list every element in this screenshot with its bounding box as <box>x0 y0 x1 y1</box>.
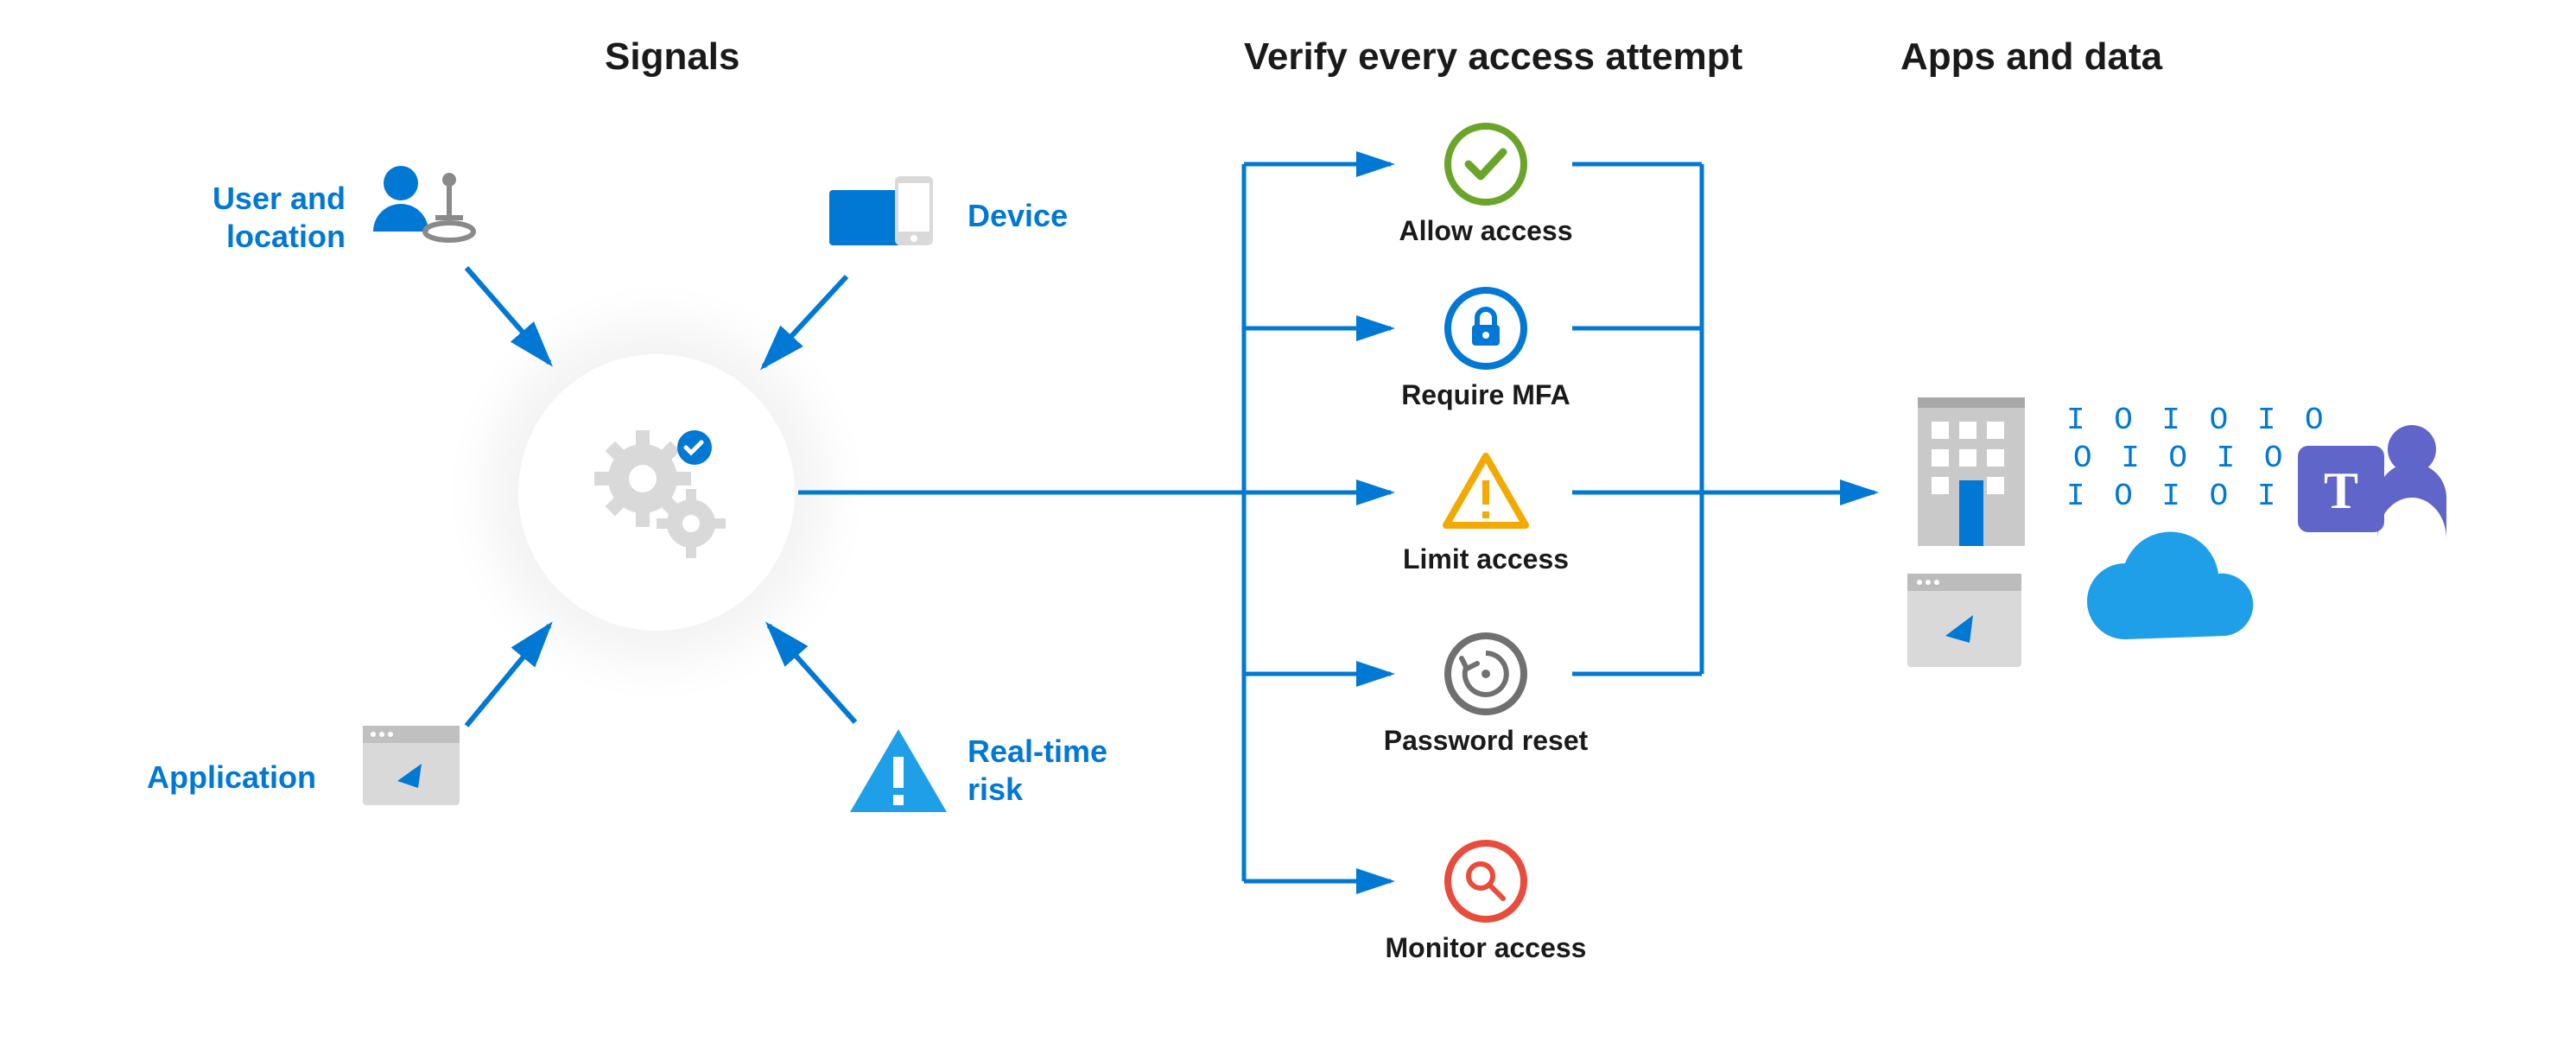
verify-item-reset: Password reset <box>1365 627 1607 759</box>
allow-check-icon <box>1439 117 1532 211</box>
diagram-canvas: Signals Verify every access attempt Apps… <box>0 0 2576 1054</box>
svg-text:T: T <box>2324 462 2358 519</box>
verify-label-monitor: Monitor access <box>1386 935 1587 966</box>
binary-data-icon: I O I O I O O I O I O I I O I O I O <box>2066 403 2336 514</box>
verify-item-mfa: Require MFA <box>1365 282 1607 413</box>
limit-warning-icon <box>1439 446 1532 539</box>
monitor-magnifier-icon <box>1439 835 1532 928</box>
verify-label-reset: Password reset <box>1384 727 1589 759</box>
svg-text:I O I O I O: I O I O I O <box>2066 403 2329 438</box>
verify-item-monitor: Monitor access <box>1365 835 1607 966</box>
verify-item-allow: Allow access <box>1365 117 1607 249</box>
building-icon <box>1918 397 2025 546</box>
verify-label-mfa: Require MFA <box>1401 382 1570 413</box>
svg-text:I O I O I O: I O I O I O <box>2066 479 2329 514</box>
verify-item-limit: Limit access <box>1365 446 1607 577</box>
app-window-icon <box>1907 574 2021 667</box>
cloud-icon <box>2087 531 2253 639</box>
verify-label-limit: Limit access <box>1403 546 1569 577</box>
mfa-lock-icon <box>1439 282 1532 375</box>
reset-history-icon <box>1439 627 1532 721</box>
apps-cluster: I O I O I O O I O I O I I O I O I O T <box>1900 346 2488 691</box>
verify-label-allow: Allow access <box>1399 218 1573 249</box>
svg-text:O I O I O I: O I O I O I <box>2073 441 2336 476</box>
